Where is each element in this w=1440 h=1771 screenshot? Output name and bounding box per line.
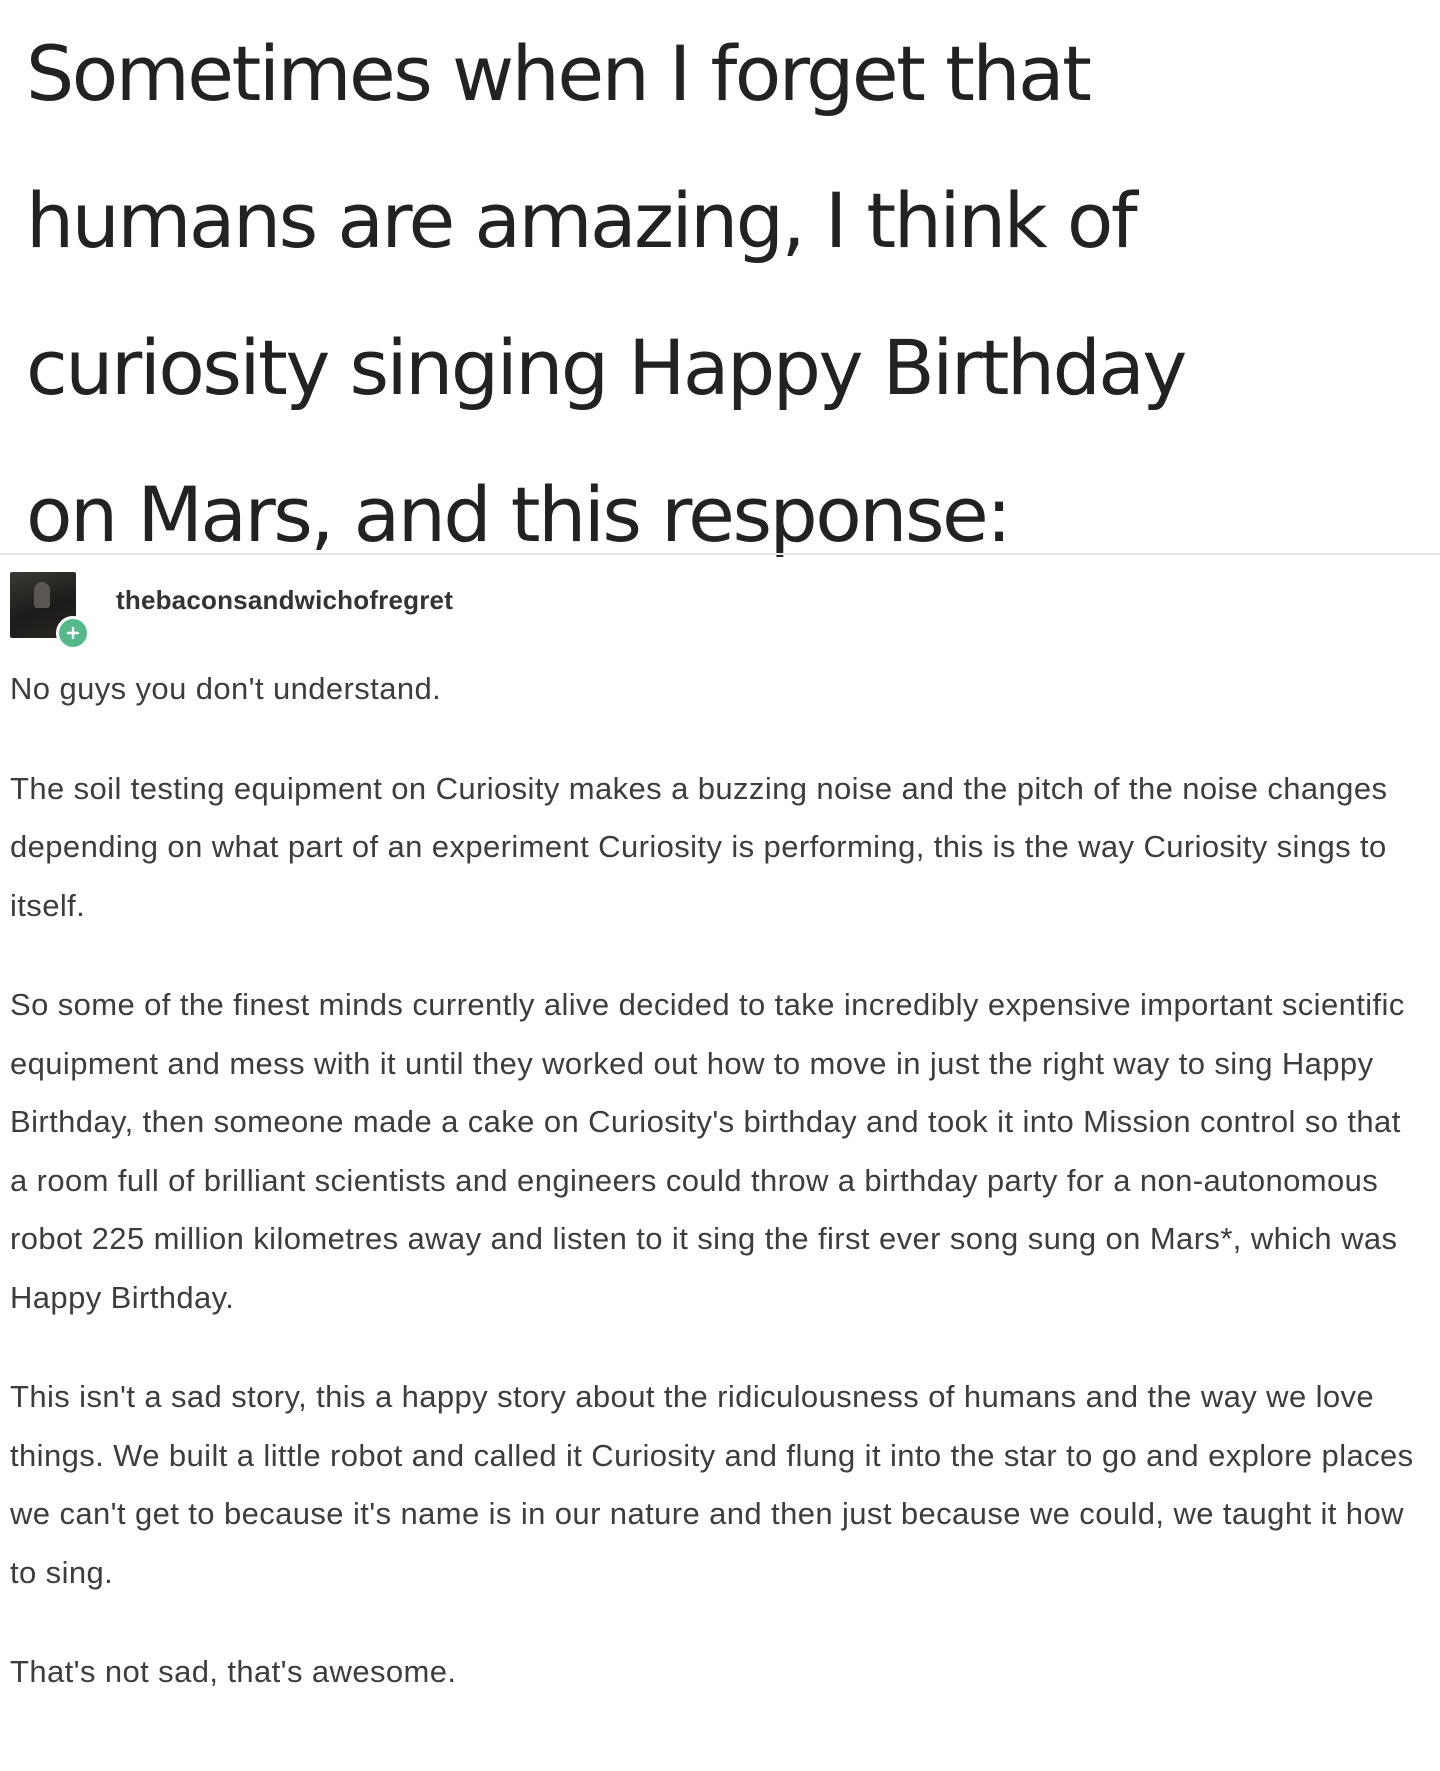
avatar-figure	[34, 582, 50, 608]
headline-line-2: humans are amazing, I think of	[26, 176, 1138, 265]
headline: Sometimes when I forget that humans are …	[26, 0, 1406, 588]
headline-line-4: on Mars, and this response:	[26, 470, 1012, 559]
post-paragraph-2: The soil testing equipment on Curiosity …	[10, 770, 1388, 923]
post-paragraph-4: This isn't a sad story, this a happy sto…	[10, 1379, 1414, 1590]
post-paragraph-1: No guys you don't understand.	[10, 671, 442, 706]
headline-line-1: Sometimes when I forget that	[26, 29, 1092, 118]
headline-line-3: curiosity singing Happy Birthday	[26, 323, 1187, 412]
post-header: thebaconsandwichofregret	[10, 570, 453, 650]
user-avatar[interactable]	[10, 572, 90, 650]
post-body: No guys you don't understand. The soil t…	[10, 660, 1420, 1702]
post-paragraph-5: That's not sad, that's awesome.	[10, 1654, 457, 1689]
follow-plus-icon[interactable]	[56, 616, 90, 650]
divider	[0, 553, 1440, 555]
plus-icon	[66, 626, 80, 640]
post-paragraph-3: So some of the finest minds currently al…	[10, 987, 1405, 1315]
username-link[interactable]: thebaconsandwichofregret	[116, 585, 453, 616]
meme-screenshot: Sometimes when I forget that humans are …	[0, 0, 1440, 1771]
